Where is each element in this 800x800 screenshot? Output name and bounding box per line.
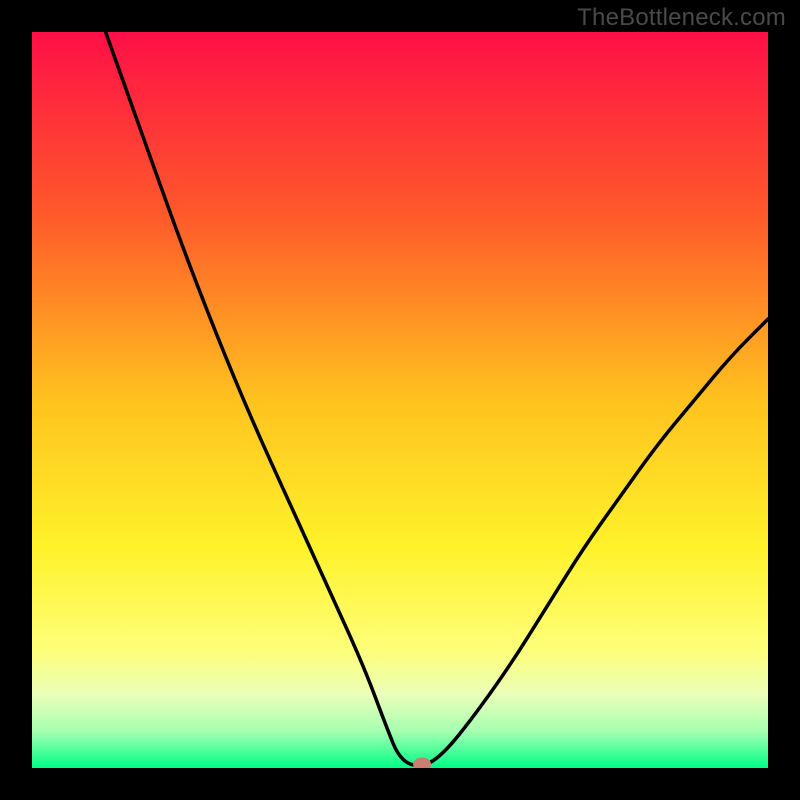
chart-svg [32, 32, 768, 768]
gradient-background [32, 32, 768, 768]
chart-frame: TheBottleneck.com [0, 0, 800, 800]
plot-area [32, 32, 768, 768]
watermark-text: TheBottleneck.com [577, 4, 786, 32]
